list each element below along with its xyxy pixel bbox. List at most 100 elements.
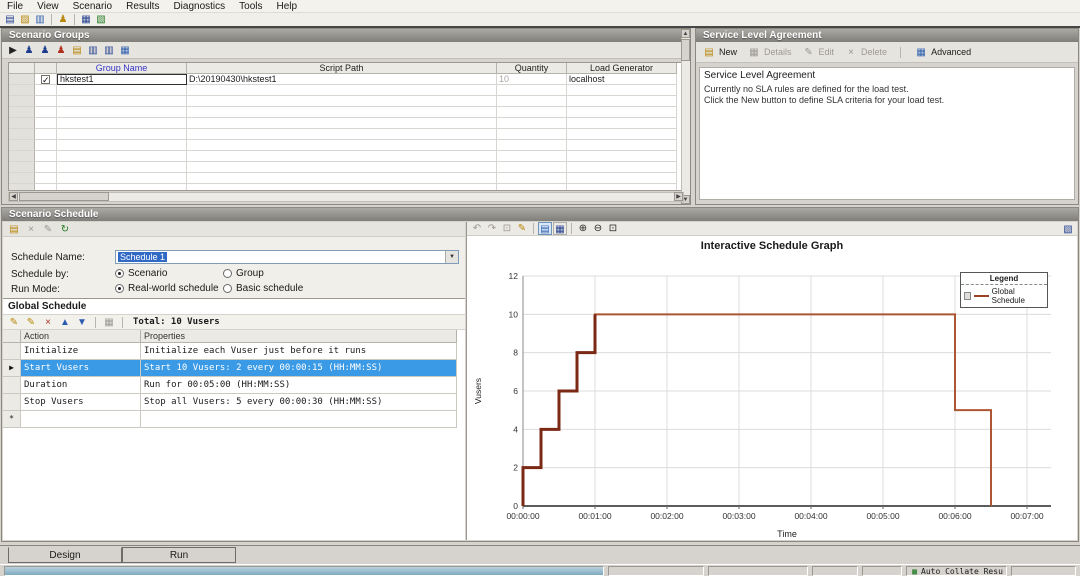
- sla-delete-button[interactable]: × Delete: [844, 46, 887, 59]
- new-action-row[interactable]: *: [3, 411, 465, 428]
- delete-schedule-icon[interactable]: ×: [24, 223, 38, 236]
- sla-edit-button[interactable]: ✎ Edit: [802, 46, 834, 59]
- edit-group-icon[interactable]: ▥: [86, 44, 100, 57]
- delete-action-icon[interactable]: ×: [41, 316, 55, 329]
- vusers-icon[interactable]: ♟: [56, 13, 70, 26]
- row-selector[interactable]: [9, 85, 35, 96]
- split-view-icon[interactable]: ▦: [102, 316, 116, 329]
- menu-diagnostics[interactable]: Diagnostics: [166, 0, 232, 13]
- properties-cell[interactable]: Run for 00:05:00 (HH:MM:SS): [141, 377, 457, 394]
- row-selector[interactable]: [9, 151, 35, 162]
- open-scenario-icon[interactable]: ▨: [18, 13, 32, 26]
- schedule-name-combobox[interactable]: Schedule 1 ▼: [115, 250, 459, 264]
- save-scenario-icon[interactable]: ▥: [33, 13, 47, 26]
- empty-table-row[interactable]: [9, 140, 683, 151]
- zoom-reset-icon[interactable]: ⊡: [606, 222, 620, 235]
- table-row[interactable]: ✓ hkstest1 D:\20190430\hkstest1 10 localhost: [9, 74, 683, 85]
- empty-table-row[interactable]: [9, 85, 683, 96]
- new-scenario-icon[interactable]: ▤: [3, 13, 17, 26]
- action-cell[interactable]: [21, 411, 141, 428]
- scroll-right-icon[interactable]: ▶: [674, 192, 683, 201]
- group-enabled-checkbox[interactable]: ✓: [41, 75, 50, 84]
- empty-table-row[interactable]: [9, 184, 683, 190]
- action-cell[interactable]: Start Vusers: [21, 360, 141, 377]
- run-mode-radio[interactable]: [115, 284, 124, 293]
- empty-table-row[interactable]: [9, 151, 683, 162]
- rename-schedule-icon[interactable]: ✎: [41, 223, 55, 236]
- load-generators-icon[interactable]: ▦: [118, 44, 132, 57]
- menu-view[interactable]: View: [30, 0, 66, 13]
- duplicate-group-icon[interactable]: ▥: [102, 44, 116, 57]
- empty-table-row[interactable]: [9, 107, 683, 118]
- legend-checkbox-icon[interactable]: [964, 292, 972, 300]
- menu-scenario[interactable]: Scenario: [66, 0, 119, 13]
- detach-graph-icon[interactable]: ▧: [1061, 223, 1075, 236]
- row-selector[interactable]: [9, 140, 35, 151]
- menu-file[interactable]: File: [0, 0, 30, 13]
- properties-cell[interactable]: Initialize each Vuser just before it run…: [141, 343, 457, 360]
- schedule-by-option[interactable]: Group: [223, 268, 264, 279]
- empty-table-row[interactable]: [9, 118, 683, 129]
- move-up-icon[interactable]: ▲: [58, 316, 72, 329]
- properties-cell[interactable]: [141, 411, 457, 428]
- scroll-thumb[interactable]: [681, 39, 690, 61]
- add-vusers-icon[interactable]: ♟: [38, 44, 52, 57]
- results-icon[interactable]: ▦: [79, 13, 93, 26]
- quantity-cell[interactable]: 10: [497, 74, 567, 85]
- row-selector[interactable]: [3, 343, 21, 360]
- groups-horizontal-scrollbar[interactable]: ◀ ▶: [8, 192, 684, 202]
- column-header[interactable]: Properties: [141, 330, 457, 343]
- view-script-icon[interactable]: ▤: [70, 44, 84, 57]
- column-header[interactable]: Action: [21, 330, 141, 343]
- empty-table-row[interactable]: [9, 162, 683, 173]
- sla-new-button[interactable]: ▤ New: [702, 46, 737, 59]
- row-selector[interactable]: [9, 118, 35, 129]
- action-cell[interactable]: Stop Vusers: [21, 394, 141, 411]
- start-scenario-icon[interactable]: ▶: [6, 44, 20, 57]
- properties-cell[interactable]: Start 10 Vusers: 2 every 00:00:15 (HH:MM…: [141, 360, 457, 377]
- row-selector[interactable]: [3, 377, 21, 394]
- row-selector[interactable]: [9, 184, 35, 190]
- scroll-left-icon[interactable]: ◀: [9, 192, 18, 201]
- run-mode-radio[interactable]: [223, 284, 232, 293]
- group-name-cell[interactable]: hkstest1: [57, 74, 187, 85]
- properties-cell[interactable]: Stop all Vusers: 5 every 00:00:30 (HH:MM…: [141, 394, 457, 411]
- edit-mode-icon[interactable]: ✎: [515, 222, 529, 235]
- redo-icon[interactable]: ↷: [485, 222, 499, 235]
- empty-table-row[interactable]: [9, 173, 683, 184]
- row-selector[interactable]: [9, 74, 35, 85]
- row-selector[interactable]: [9, 162, 35, 173]
- zoom-out-icon[interactable]: ⊖: [591, 222, 605, 235]
- menu-tools[interactable]: Tools: [232, 0, 269, 13]
- menu-help[interactable]: Help: [270, 0, 305, 13]
- enable-checkbox-cell[interactable]: ✓: [35, 74, 57, 85]
- new-schedule-icon[interactable]: ▤: [7, 223, 21, 236]
- diagnostics-icon[interactable]: ▧: [94, 13, 108, 26]
- schedule-by-radio[interactable]: [115, 269, 124, 278]
- schedule-action-row[interactable]: ▶ Start Vusers Start 10 Vusers: 2 every 00…: [3, 360, 465, 377]
- row-selector[interactable]: [9, 129, 35, 140]
- legend-entry[interactable]: Global Schedule: [961, 285, 1047, 307]
- row-selector[interactable]: ▶: [3, 360, 21, 377]
- run-mode-option[interactable]: Basic schedule: [223, 283, 303, 294]
- move-down-icon[interactable]: ▼: [75, 316, 89, 329]
- remove-vusers-icon[interactable]: ♟: [54, 44, 68, 57]
- row-selector[interactable]: [3, 394, 21, 411]
- empty-table-row[interactable]: [9, 129, 683, 140]
- schedule-by-option[interactable]: Scenario: [115, 268, 223, 279]
- schedule-by-radio[interactable]: [223, 269, 232, 278]
- script-path-cell[interactable]: D:\20190430\hkstest1: [187, 74, 497, 85]
- edit-action-icon[interactable]: ✎: [24, 316, 38, 329]
- chart-view-button[interactable]: ▤: [538, 222, 552, 235]
- menu-results[interactable]: Results: [119, 0, 166, 13]
- combobox-dropdown-icon[interactable]: ▼: [445, 251, 458, 263]
- run-mode-option[interactable]: Real-world schedule: [115, 283, 223, 294]
- row-selector[interactable]: [9, 173, 35, 184]
- tab-run[interactable]: Run: [122, 547, 236, 563]
- column-header[interactable]: Script Path: [187, 63, 497, 74]
- action-cell[interactable]: Duration: [21, 377, 141, 394]
- scroll-thumb[interactable]: [19, 192, 109, 201]
- column-header[interactable]: Group Name: [57, 63, 187, 74]
- row-selector[interactable]: [9, 96, 35, 107]
- row-selector[interactable]: [9, 107, 35, 118]
